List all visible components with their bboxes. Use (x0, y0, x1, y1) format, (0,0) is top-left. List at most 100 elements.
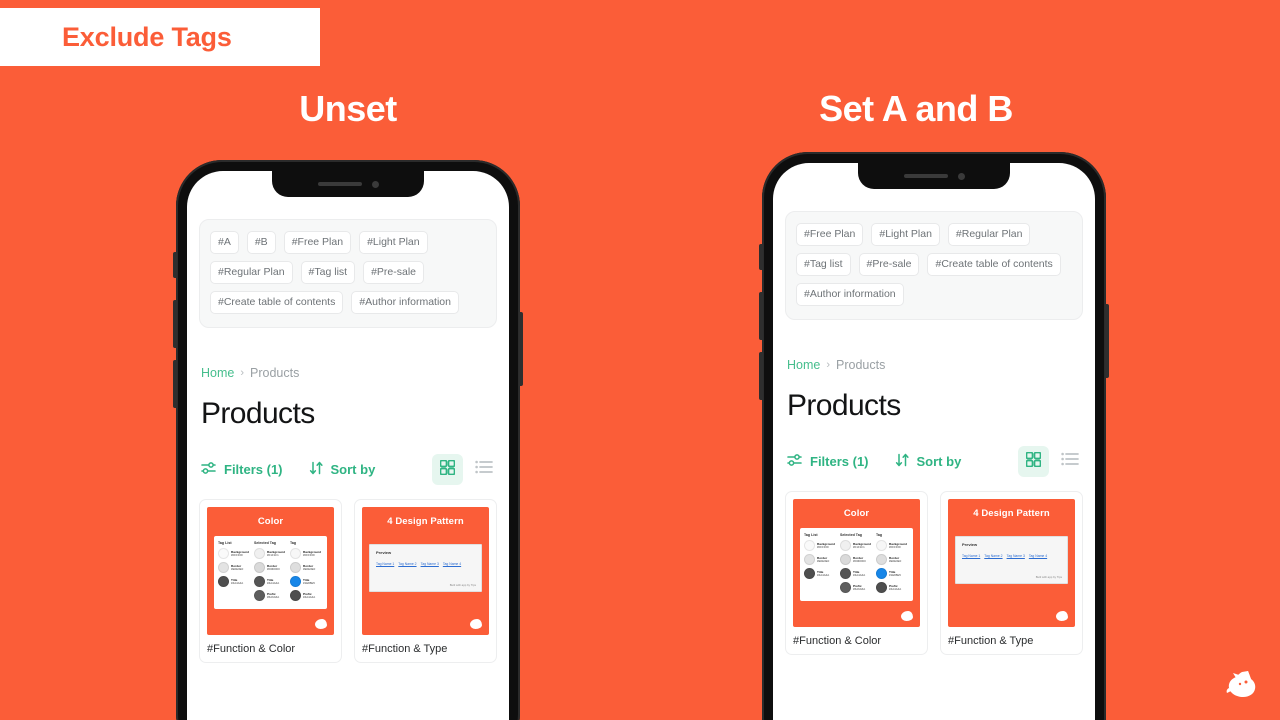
color-swatch-label: Title #4A4A4A (231, 577, 244, 585)
preview-label: Preview (376, 550, 392, 556)
product-card[interactable]: Color Tag List Background #FFFFFF Border #E0… (199, 499, 342, 664)
sort-by-button[interactable]: Sort by (895, 453, 961, 470)
color-swatch (218, 562, 229, 574)
volume-down-button[interactable] (759, 352, 763, 400)
color-swatch (290, 576, 301, 588)
power-button[interactable] (1105, 304, 1109, 378)
silent-switch-button[interactable] (173, 252, 177, 278)
tag-chip[interactable]: #Create table of contents (927, 253, 1061, 277)
color-swatch (804, 568, 815, 580)
filters-button[interactable]: Filters (1) (201, 461, 283, 478)
volume-up-button[interactable] (173, 300, 177, 348)
color-swatch-row: Border #E0E0E0 (218, 562, 251, 574)
product-card[interactable]: Color Tag List Background #FFFFFF Border #E0… (785, 491, 928, 656)
color-swatch-row: Background #FFFFFF (290, 548, 323, 560)
sort-by-button[interactable]: Sort by (309, 461, 376, 478)
grid-view-icon (439, 459, 456, 480)
filters-button[interactable]: Filters (1) (787, 453, 869, 470)
color-swatch (840, 554, 851, 566)
preview-label: Preview (962, 542, 978, 548)
silent-switch-button[interactable] (759, 244, 763, 270)
front-camera-icon (957, 172, 965, 180)
breadcrumb-current: Products (250, 366, 300, 381)
color-swatch-label: Background #F1F1F1 (267, 549, 286, 557)
preview-tag-link[interactable]: Tag Name 4 (443, 562, 461, 566)
color-swatch (290, 590, 301, 602)
breadcrumb-home-link[interactable]: Home (787, 358, 820, 372)
product-thumbnail-color: Color Tag List Background #FFFFFF Border #E0… (207, 507, 334, 636)
product-card[interactable]: 4 Design Pattern Preview Tag Name 1 Tag N… (354, 499, 497, 664)
color-swatch-row: Background #F1F1F1 (840, 540, 873, 552)
breadcrumb-home-link[interactable]: Home (201, 366, 234, 380)
color-swatch-table: Tag List Background #FFFFFF Border #E0E0E0 Ti… (214, 536, 327, 610)
color-swatch-label: Title #4A4A4A (817, 569, 830, 577)
color-swatch-label: Prefix #6A6A6A (853, 583, 866, 591)
tag-chip[interactable]: #Tag list (300, 261, 356, 285)
sort-icon (895, 453, 910, 470)
color-swatch-row: Background #F1F1F1 (254, 548, 287, 560)
color-column-head: Tag List (218, 541, 232, 546)
preview-tag-link[interactable]: Tag Name 2 (984, 554, 1002, 558)
product-grid: Color Tag List Background #FFFFFF Border #E0… (199, 499, 497, 664)
grid-view-button[interactable] (1018, 446, 1049, 478)
view-toggle-group (1018, 446, 1081, 478)
tag-chip[interactable]: #Light Plan (359, 231, 428, 255)
tag-chip[interactable]: #B (246, 231, 276, 255)
tag-chip[interactable]: #Author information (351, 291, 459, 315)
page-title: Products (201, 397, 315, 431)
color-swatch (840, 540, 851, 552)
preview-tag-link[interactable]: Tag Name 2 (398, 562, 416, 566)
color-swatch-row: Border #D0D0D0 (254, 562, 287, 574)
phone-screen-unset: #A #B #Free Plan #Light Plan #Regular Plan #T… (187, 171, 509, 720)
tag-chip[interactable]: #Light Plan (871, 223, 940, 247)
color-swatch-label: Border #D0D0D0 (267, 563, 280, 571)
preview-tag-link[interactable]: Tag Name 3 (421, 562, 439, 566)
color-swatch-label: Title #4A4A4A (267, 577, 280, 585)
tag-chip[interactable]: #Tag list (796, 253, 851, 277)
color-swatch-row: Title #1E88E5 (290, 576, 323, 588)
tag-chip[interactable]: #Regular Plan (210, 261, 293, 285)
list-view-button[interactable] (473, 459, 495, 481)
tag-chip[interactable]: #Regular Plan (947, 223, 1031, 247)
preview-tag-link[interactable]: Tag Name 1 (376, 562, 394, 566)
color-swatch-row: Prefix #6A6A6A (254, 590, 287, 602)
color-swatch-label: Background #FFFFFF (231, 549, 250, 557)
tag-panel: #Free Plan #Light Plan #Regular Plan #Tag l… (785, 211, 1083, 321)
tag-chip[interactable]: #A (210, 231, 239, 255)
color-column-head: Tag (290, 541, 297, 546)
power-button[interactable] (519, 312, 523, 386)
color-swatch-label: Border #E0E0E0 (303, 563, 316, 571)
color-swatch-label: Background #FFFFFF (817, 541, 836, 549)
tag-chip[interactable]: #Free Plan (283, 231, 352, 255)
preview-tag-link[interactable]: Tag Name 3 (1007, 554, 1025, 558)
list-view-icon (475, 460, 493, 479)
color-swatch (218, 548, 229, 560)
color-swatch-row: Background #FFFFFF (876, 540, 909, 552)
color-swatch-label: Title #1E88E5 (303, 577, 315, 585)
color-swatch-label: Border #D0D0D0 (853, 555, 866, 563)
volume-up-button[interactable] (759, 292, 763, 340)
tag-chip[interactable]: #Author information (796, 283, 904, 307)
product-card[interactable]: 4 Design Pattern Preview Tag Name 1 Tag N… (940, 491, 1083, 656)
sort-label: Sort by (330, 462, 376, 478)
grid-view-button[interactable] (432, 454, 463, 486)
color-swatch (254, 548, 265, 560)
tag-chip[interactable]: #Pre-sale (363, 261, 425, 285)
view-toggle-group (432, 454, 495, 486)
preview-tag-link[interactable]: Tag Name 4 (1029, 554, 1047, 558)
tag-chip[interactable]: #Free Plan (796, 223, 864, 247)
color-swatch-row: Border #E0E0E0 (876, 554, 909, 566)
color-swatch-row: Prefix #4A4A4A (290, 590, 323, 602)
tag-chip[interactable]: #Pre-sale (858, 253, 920, 277)
color-swatch (254, 562, 265, 574)
volume-down-button[interactable] (173, 360, 177, 408)
preview-footer: Built with app by Tips (449, 583, 476, 588)
tag-chip[interactable]: #Create table of contents (210, 291, 344, 315)
list-view-button[interactable] (1059, 451, 1081, 473)
thumbnail-title: 4 Design Pattern (387, 516, 464, 528)
filters-icon (787, 453, 803, 470)
breadcrumb: Home › Products (201, 366, 509, 380)
product-toolbar: Filters (1) Sort by (787, 446, 1081, 478)
filters-icon (201, 461, 217, 478)
preview-tag-link[interactable]: Tag Name 1 (962, 554, 980, 558)
